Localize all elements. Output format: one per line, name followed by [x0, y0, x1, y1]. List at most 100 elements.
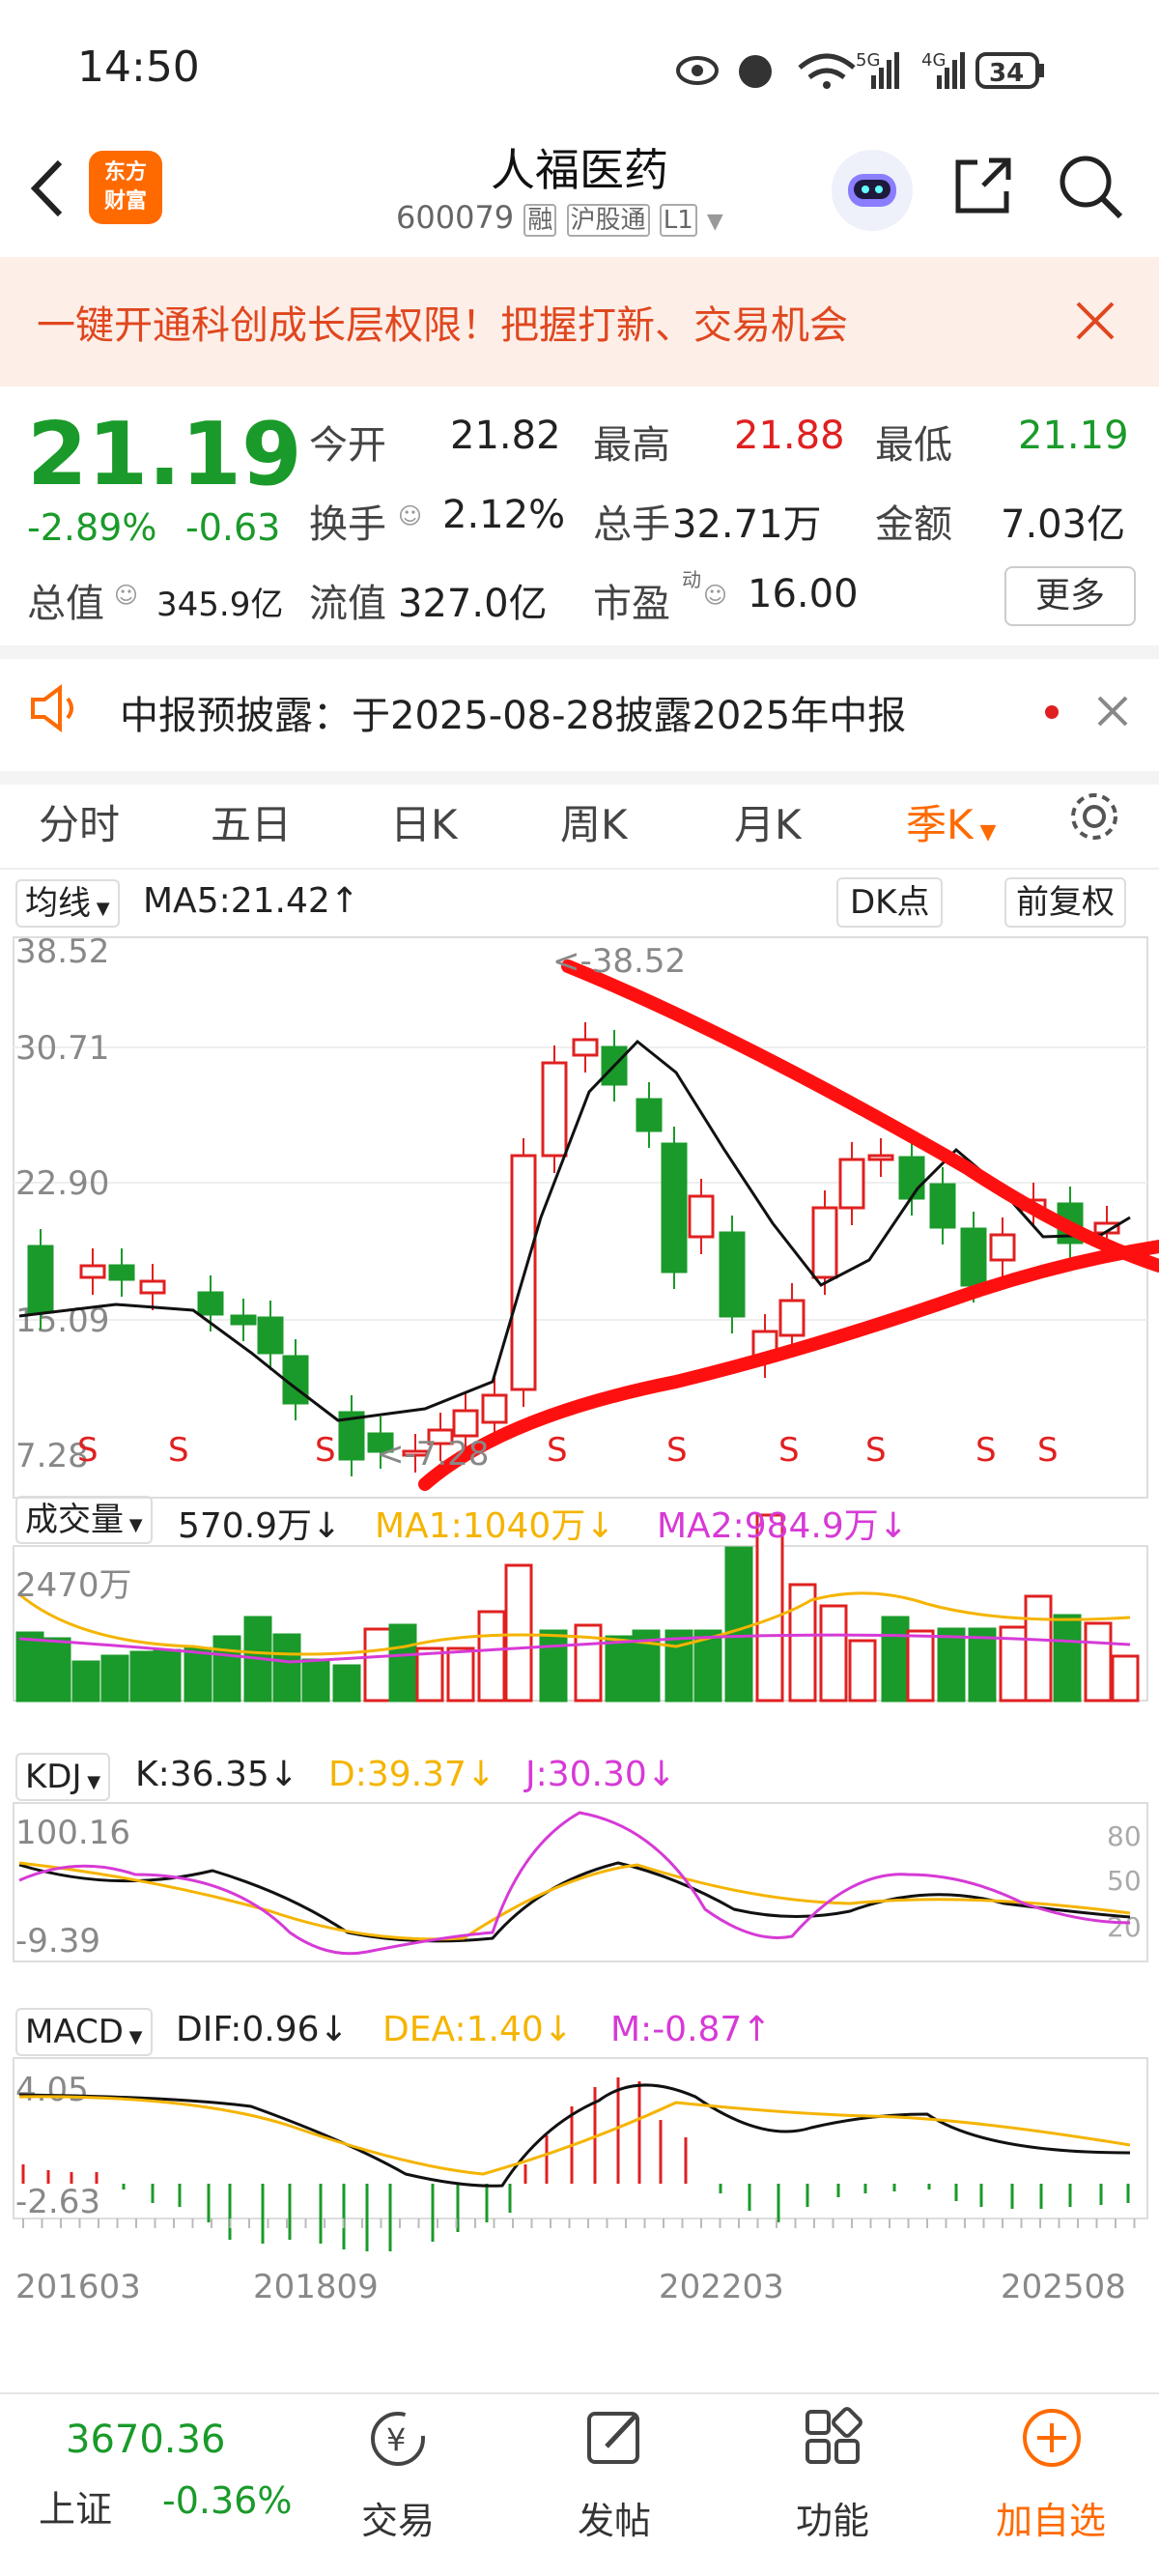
- svg-text:¥: ¥: [386, 2421, 406, 2458]
- candle-body: [688, 1194, 715, 1239]
- date-tick-label: 201603: [15, 2268, 141, 2306]
- kdj-selector[interactable]: KDJ ▼: [15, 1753, 111, 1801]
- volume-bar: [724, 1546, 753, 1703]
- tab-daily-k[interactable]: 日K: [390, 792, 458, 851]
- ma-selector-label: 均线: [25, 884, 91, 923]
- kdj-selector-label: KDJ: [25, 1758, 82, 1796]
- price-panel-frame: [13, 936, 1148, 1499]
- volume-selector[interactable]: 成交量 ▼: [15, 1496, 153, 1544]
- macd-dif: DIF:0.96↓: [176, 2010, 349, 2049]
- candle-body: [929, 1183, 956, 1229]
- search-icon[interactable]: [1057, 153, 1124, 220]
- price-tick-label: 30.71: [15, 1029, 109, 1068]
- candle-body: [541, 1061, 568, 1158]
- volume-bar: [664, 1629, 693, 1703]
- status-bar: 14:50 5G 4G 34: [0, 0, 1159, 135]
- notice-text: 中报预披露：于2025-08-28披露2025年中报: [120, 694, 907, 738]
- pe-sup: 动: [682, 568, 701, 591]
- candle-body: [778, 1299, 806, 1337]
- candle-body: [811, 1206, 838, 1279]
- status-icons: 5G 4G 34: [676, 46, 1082, 95]
- adjust-button[interactable]: 前复权: [1004, 877, 1126, 928]
- info-icon[interactable]: ☺: [703, 582, 727, 609]
- dk-point-button[interactable]: DK点: [836, 877, 944, 928]
- kdj-panel-frame: [13, 1802, 1148, 1962]
- grid-icon: [806, 2407, 862, 2464]
- index-change[interactable]: -0.36%: [162, 2479, 292, 2522]
- margin-tag: 融: [523, 204, 557, 237]
- tab-weekly-k[interactable]: 周K: [560, 792, 628, 851]
- pe-value: 16.00: [748, 572, 859, 616]
- volume-bar: [71, 1660, 100, 1703]
- tab-monthly-k[interactable]: 月K: [734, 792, 802, 851]
- volume-bar: [968, 1627, 997, 1703]
- candle-body: [197, 1291, 224, 1316]
- tab-intraday[interactable]: 分时: [39, 792, 120, 851]
- macd-selector[interactable]: MACD ▼: [15, 2008, 153, 2056]
- volume-bar: [332, 1664, 361, 1703]
- float-label: 流值: [309, 582, 386, 626]
- stock-code-row[interactable]: 600079 融 沪股通 L1 ▼: [396, 199, 723, 237]
- ma5-value: MA5:21.42↑: [143, 881, 359, 921]
- volume-bar: [446, 1646, 475, 1703]
- amount-label: 金额: [875, 502, 952, 547]
- float-value: 327.0亿: [398, 582, 548, 626]
- macd-top-label: 4.05: [15, 2071, 89, 2109]
- tab-five-day[interactable]: 五日: [211, 792, 292, 851]
- banner-text: 一键开通科创成长层权限！把握打新、交易机会: [37, 303, 848, 348]
- index-name[interactable]: 上证: [39, 2479, 112, 2533]
- kdj-d-line: [18, 1861, 1131, 1941]
- status-icons-svg: 5G 4G 34: [676, 50, 1044, 89]
- volume-bar: [388, 1623, 417, 1703]
- macd-panel-frame: [13, 2057, 1148, 2219]
- chevron-down-icon: ▼: [973, 820, 997, 844]
- volume-bar: [881, 1616, 910, 1703]
- close-icon[interactable]: [1074, 300, 1117, 342]
- kdj-d: D:39.37↓: [328, 1755, 496, 1794]
- candle-body: [139, 1279, 166, 1295]
- sell-signal-marker: S: [666, 1431, 688, 1470]
- kline-chart[interactable]: 38.52 30.71 22.90 15.09 7.28 <-38.52 <-7.28 S S S…: [0, 928, 1159, 2309]
- ma-selector[interactable]: 均线 ▼: [15, 879, 120, 928]
- min-price-label: <-7.28: [377, 1435, 489, 1474]
- candle-body: [636, 1098, 663, 1132]
- function-nav[interactable]: 功能: [755, 2400, 910, 2564]
- volume-bar: [363, 1627, 392, 1703]
- sell-signal-marker: S: [975, 1431, 997, 1470]
- candle-body: [838, 1158, 865, 1210]
- robot-assistant-icon[interactable]: [829, 147, 916, 234]
- post-nav[interactable]: 发帖: [537, 2400, 692, 2564]
- volume-bar: [848, 1639, 877, 1703]
- tab-quarterly-k[interactable]: 季K ▼: [906, 792, 996, 851]
- high-value: 21.88: [734, 414, 845, 458]
- chevron-down-icon: ▼: [81, 1772, 101, 1792]
- index-value[interactable]: 3670.36: [66, 2418, 225, 2462]
- sell-signal-marker: S: [168, 1431, 189, 1470]
- date-tick-label: 202203: [659, 2268, 784, 2306]
- add-watchlist-label: 加自选: [995, 2500, 1106, 2542]
- open-label: 今开: [309, 423, 386, 468]
- kdj-bottom-label: -9.39: [15, 1922, 100, 1961]
- low-value: 21.19: [1018, 414, 1129, 458]
- close-icon[interactable]: [1095, 694, 1130, 729]
- share-icon[interactable]: [948, 153, 1016, 220]
- trade-nav[interactable]: ¥ 交易: [321, 2400, 475, 2564]
- turnover-value: 2.12%: [442, 493, 566, 537]
- kdj-k: K:36.35↓: [135, 1755, 298, 1794]
- volume-bar: [1024, 1594, 1053, 1703]
- more-button[interactable]: 更多: [1004, 566, 1136, 626]
- info-icon[interactable]: ☺: [398, 502, 422, 530]
- mktcap-label: 总值: [27, 582, 104, 626]
- promo-banner[interactable]: 一键开通科创成长层权限！把握打新、交易机会: [0, 257, 1159, 386]
- change-amount: -0.63: [185, 506, 281, 549]
- kdj-ref-50: 50: [1107, 1865, 1142, 1897]
- add-watchlist-nav[interactable]: 加自选: [974, 2400, 1128, 2564]
- info-icon[interactable]: ☺: [114, 582, 138, 609]
- volume-bar: [15, 1631, 44, 1703]
- gear-icon[interactable]: [1066, 788, 1122, 844]
- turnover-label: 换手: [309, 502, 386, 547]
- macd-m: M:-0.87↑: [610, 2010, 772, 2049]
- volume-tick-label: 2470万: [15, 1566, 132, 1605]
- vol-ma2: MA2:984.9万↓: [657, 1506, 908, 1546]
- stock-code: 600079: [396, 199, 515, 236]
